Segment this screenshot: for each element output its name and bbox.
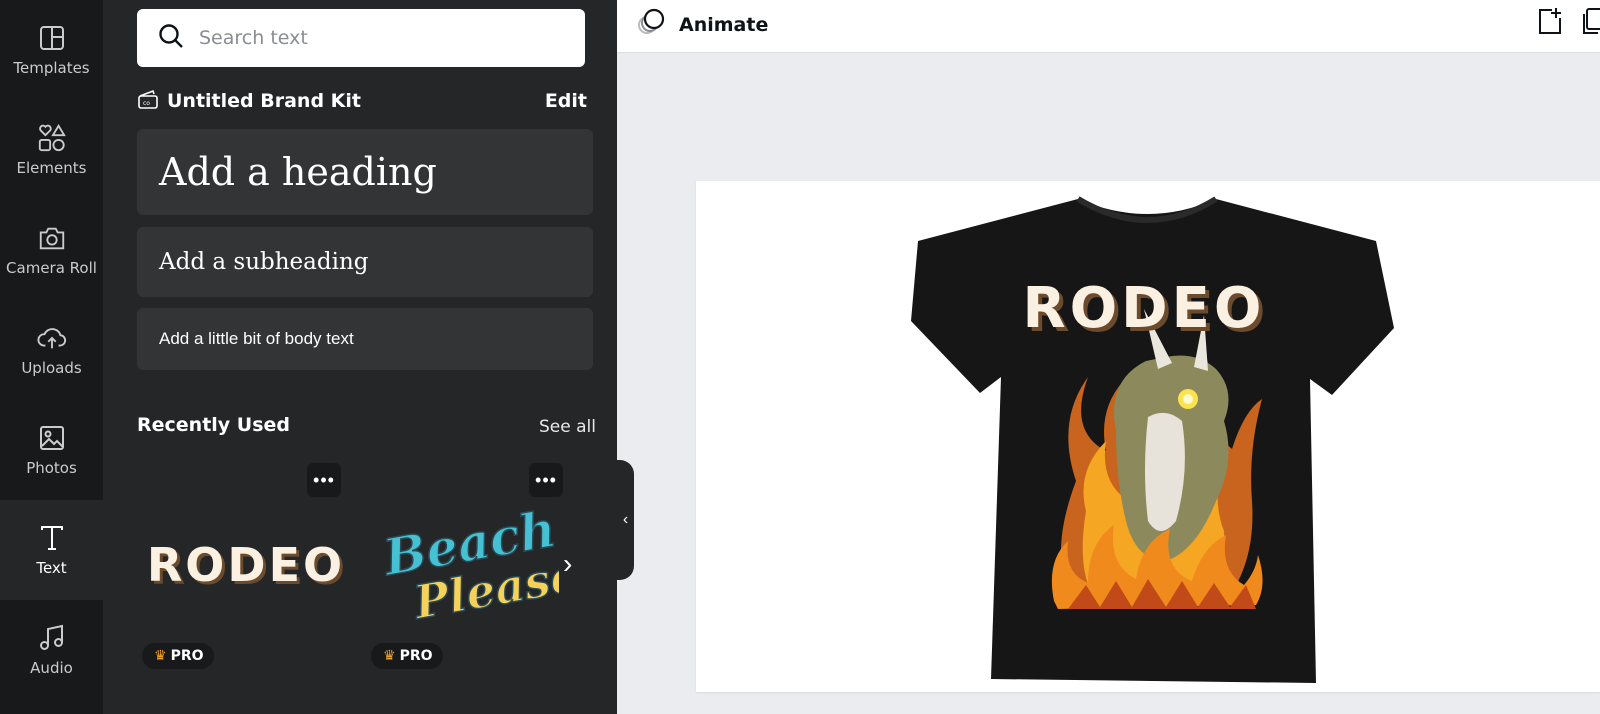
rodeo-thumb-text: RODEO <box>146 538 346 592</box>
rail-label: Uploads <box>21 359 82 377</box>
brand-kit-row: co Untitled Brand Kit Edit <box>137 86 587 116</box>
chevron-left-icon: ‹ <box>622 511 629 528</box>
rail-label: Templates <box>13 59 90 77</box>
add-subheading-label: Add a subheading <box>159 249 369 275</box>
music-note-icon <box>37 623 67 653</box>
rail-item-photos[interactable]: Photos <box>0 400 103 500</box>
add-body-text-button[interactable]: Add a little bit of body text <box>137 308 593 370</box>
rail-label: Camera Roll <box>6 259 97 277</box>
rail-label: Audio <box>30 659 73 677</box>
elements-icon <box>37 123 67 153</box>
tshirt-image[interactable]: RODEO RODEO <box>696 181 1600 692</box>
add-body-text-label: Add a little bit of body text <box>159 329 354 348</box>
see-all-link[interactable]: See all <box>539 417 596 437</box>
rail-item-uploads[interactable]: Uploads <box>0 300 103 400</box>
shirt-text: RODEO <box>1022 276 1265 341</box>
pro-badge: ♛ PRO <box>142 643 214 669</box>
recently-used-title: Recently Used <box>137 414 291 436</box>
rail-item-text[interactable]: Text <box>0 500 103 600</box>
brand-kit-name: Untitled Brand Kit <box>167 90 361 112</box>
rail-item-elements[interactable]: Elements <box>0 100 103 200</box>
crown-icon: ♛ <box>383 648 396 664</box>
rail-item-audio[interactable]: Audio <box>0 600 103 700</box>
more-options-button[interactable]: ••• <box>529 463 563 497</box>
rail-label: Text <box>36 559 67 577</box>
crown-icon: ♛ <box>154 648 167 664</box>
top-toolbar: Animate <box>617 0 1600 53</box>
search-input[interactable]: Search text <box>137 9 585 67</box>
search-icon <box>157 22 185 55</box>
animate-button[interactable]: Animate <box>637 7 768 42</box>
pro-badge: ♛ PRO <box>371 643 443 669</box>
brand-kit-edit-button[interactable]: Edit <box>545 90 587 112</box>
image-icon <box>37 423 67 453</box>
more-options-button[interactable]: ••• <box>307 463 341 497</box>
animate-icon <box>637 7 667 42</box>
beach-please-thumb-art: Beach Please <box>379 505 559 625</box>
chevron-right-icon[interactable]: › <box>563 548 572 580</box>
more-dots-icon: ••• <box>535 469 557 490</box>
svg-text:co: co <box>143 100 150 107</box>
templates-icon <box>37 23 67 53</box>
duplicate-page-icon[interactable] <box>1577 6 1600 36</box>
left-rail: Templates Elements Camera Roll Uploads P… <box>0 0 103 714</box>
rail-item-camera-roll[interactable]: Camera Roll <box>0 200 103 300</box>
add-heading-label: Add a heading <box>159 150 437 194</box>
add-page-icon[interactable] <box>1535 6 1565 36</box>
camera-icon <box>37 223 67 253</box>
design-canvas[interactable]: RODEO RODEO <box>696 181 1600 692</box>
pro-badge-label: PRO <box>399 648 433 664</box>
recent-text-beach-please[interactable]: Beach Please <box>379 495 559 635</box>
more-dots-icon: ••• <box>313 469 335 490</box>
animate-label: Animate <box>679 13 769 36</box>
add-subheading-button[interactable]: Add a subheading <box>137 227 593 297</box>
upload-cloud-icon <box>36 323 67 353</box>
pro-badge-label: PRO <box>170 648 204 664</box>
editor-app: Templates Elements Camera Roll Uploads P… <box>0 0 1600 714</box>
collapse-panel-button[interactable]: ‹ <box>617 460 634 580</box>
add-heading-button[interactable]: Add a heading <box>137 129 593 215</box>
rail-item-templates[interactable]: Templates <box>0 0 103 100</box>
search-placeholder: Search text <box>199 27 308 49</box>
rail-label: Photos <box>26 459 77 477</box>
text-icon <box>37 523 67 553</box>
brand-kit-icon: co <box>137 88 159 115</box>
rail-label: Elements <box>16 159 87 177</box>
text-panel: Search text co Untitled Brand Kit Edit A… <box>103 0 617 714</box>
recent-text-rodeo[interactable]: RODEO <box>147 495 342 635</box>
